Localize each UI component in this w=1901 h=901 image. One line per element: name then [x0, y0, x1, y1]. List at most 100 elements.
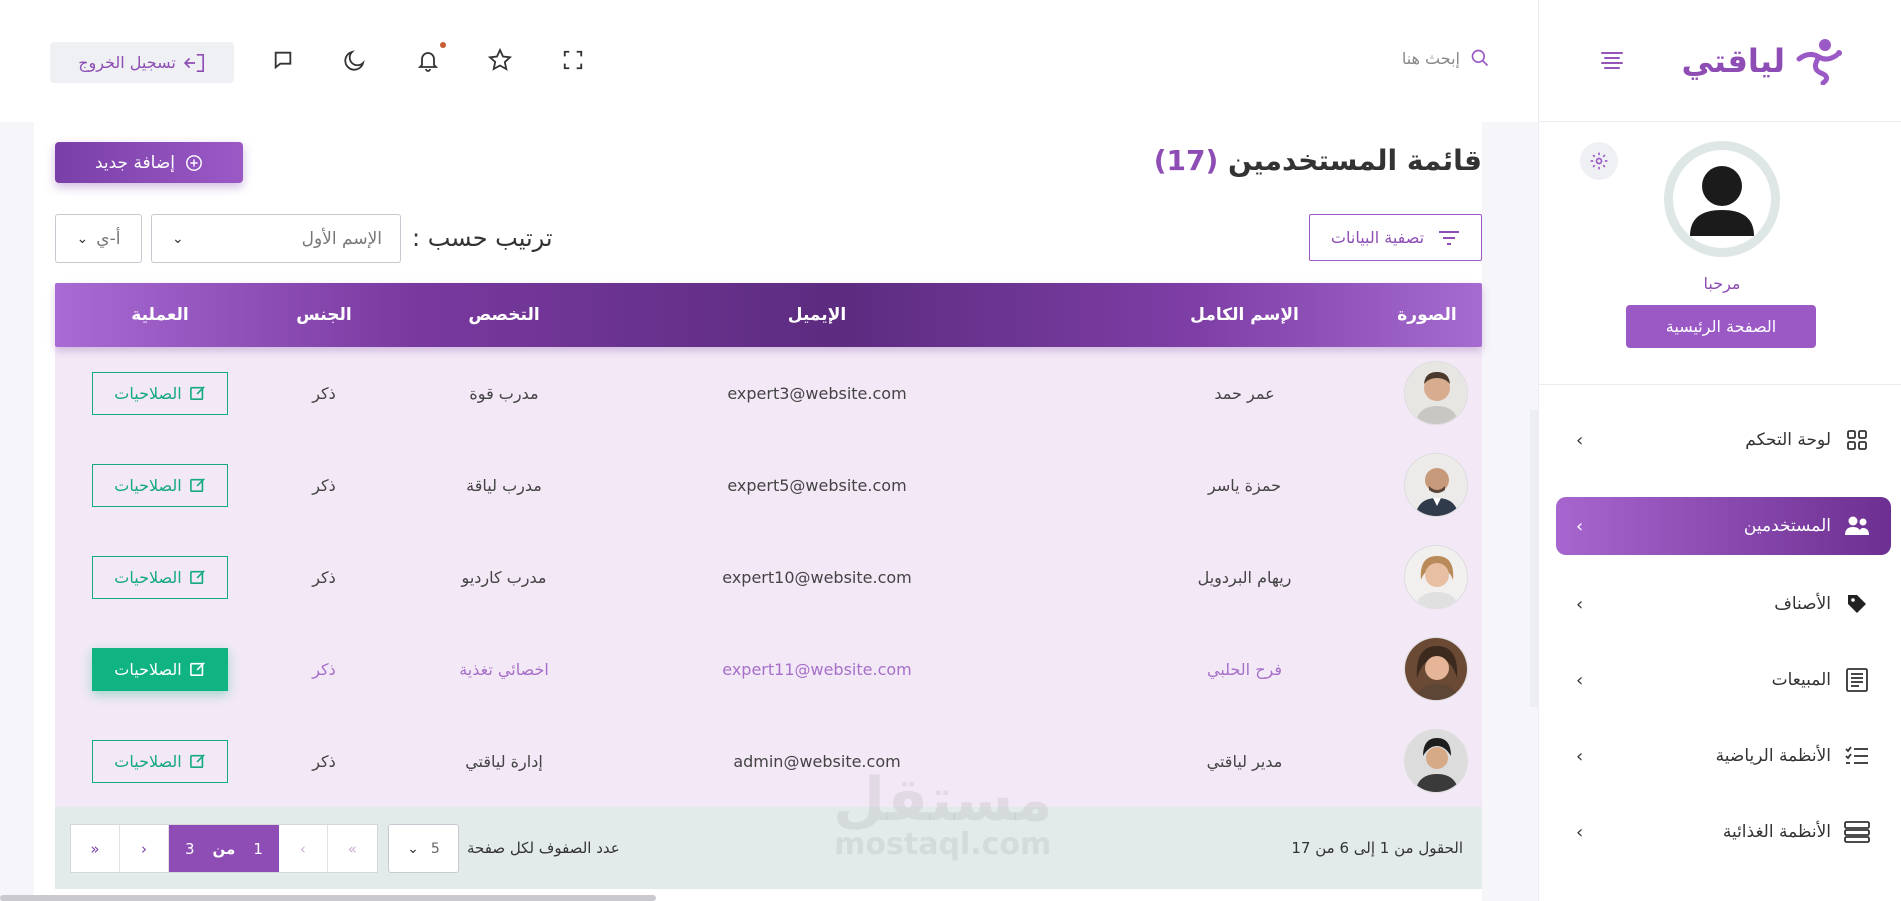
- notification-dot: [440, 42, 446, 48]
- user-full-name: فرح الحلبي: [1207, 659, 1282, 679]
- column-header-full-name[interactable]: الإسم الكامل: [1142, 283, 1347, 347]
- user-specialty: مدرب كارديو: [461, 567, 547, 587]
- home-button[interactable]: الصفحة الرئيسية: [1626, 305, 1816, 348]
- prev-page-button[interactable]: ‹: [279, 825, 328, 872]
- chevron-left-icon: ‹: [1576, 669, 1584, 691]
- filter-data-button[interactable]: تصفية البيانات: [1309, 214, 1482, 261]
- rows-per-page-select[interactable]: ⌄ 5: [388, 824, 459, 873]
- first-page-button[interactable]: «: [328, 825, 377, 872]
- sidebar-item-sales[interactable]: المبيعات ‹: [1556, 651, 1891, 709]
- user-email: expert5@website.com: [727, 475, 907, 495]
- page-of-label: من: [212, 839, 236, 858]
- user-email: expert3@website.com: [727, 383, 907, 403]
- column-header-photo[interactable]: الصورة: [1372, 283, 1482, 347]
- table-header: الصورة الإسم الكامل الإيميل التخصص الجنس…: [55, 283, 1482, 347]
- sort-by-label: ترتيب حسب :: [412, 224, 553, 252]
- edit-icon: [189, 570, 205, 585]
- sidebar: لياقتي مرحبا الصفحة الرئيسية لوحة التحكم…: [1538, 0, 1901, 901]
- receipt-icon: [1843, 666, 1871, 694]
- user-gender: ذكر: [312, 475, 336, 495]
- add-new-label: إضافة جديد: [94, 152, 176, 173]
- last-page-button[interactable]: »: [71, 825, 120, 872]
- gear-icon[interactable]: [1580, 142, 1618, 180]
- page-title: قائمة المستخدمين (17): [1154, 144, 1482, 177]
- sidebar-item-label: المبيعات: [1771, 670, 1831, 690]
- pagination: » › 1 من 3 ‹ «: [70, 824, 378, 873]
- watermark-sub: mostaql.com: [834, 827, 1052, 862]
- permissions-button[interactable]: الصلاحيات: [92, 647, 228, 691]
- search-input[interactable]: إبحث هنا: [1402, 48, 1490, 68]
- page-title-text: قائمة المستخدمين: [1228, 144, 1482, 177]
- next-page-button[interactable]: ›: [120, 825, 169, 872]
- sidebar-item-categories[interactable]: الأصناف ‹: [1556, 575, 1891, 633]
- star-icon[interactable]: [487, 47, 513, 73]
- column-header-gender[interactable]: الجنس: [264, 283, 384, 347]
- sidebar-item-diet-plans[interactable]: الأنظمة الغذائية ‹: [1556, 803, 1891, 861]
- fullscreen-icon[interactable]: [560, 47, 586, 73]
- user-specialty: مدرب قوة: [469, 383, 539, 403]
- chevron-left-icon: ‹: [1576, 821, 1584, 843]
- permissions-button[interactable]: الصلاحيات: [92, 739, 228, 783]
- chevron-left-icon: ‹: [1576, 515, 1584, 537]
- logout-button[interactable]: تسجيل الخروج: [50, 42, 234, 83]
- horizontal-scrollbar[interactable]: [0, 895, 656, 901]
- food-menu-icon: [1843, 818, 1871, 846]
- column-header-specialty[interactable]: التخصص: [404, 283, 604, 347]
- app-logo[interactable]: لياقتي: [1682, 37, 1843, 85]
- user-gender: ذكر: [312, 383, 336, 403]
- current-page: 1: [253, 839, 263, 858]
- sidebar-item-workout-plans[interactable]: الأنظمة الرياضية ‹: [1556, 727, 1891, 785]
- user-photo: [1404, 545, 1468, 609]
- chevron-down-icon: ⌄: [172, 230, 184, 247]
- table-row[interactable]: عمر حمد expert3@website.com مدرب قوة ذكر…: [55, 347, 1482, 439]
- moon-icon[interactable]: [342, 47, 368, 73]
- sidebar-item-dashboard[interactable]: لوحة التحكم ‹: [1556, 411, 1891, 469]
- fitness-person-icon: [1796, 38, 1842, 85]
- sort-direction-select[interactable]: ⌄ أ-ي: [55, 214, 142, 263]
- user-photo: [1404, 729, 1468, 793]
- edit-icon: [189, 478, 205, 493]
- watermark-text: مستقل: [833, 765, 1053, 835]
- table-row[interactable]: فرح الحلبي expert11@website.com اخصائي ت…: [55, 623, 1482, 715]
- user-photo: [1404, 453, 1468, 517]
- bell-icon[interactable]: [415, 47, 441, 73]
- user-photo: [1404, 361, 1468, 425]
- filter-icon: [1439, 230, 1460, 245]
- user-gender: ذكر: [312, 751, 336, 771]
- chevron-down-icon: ⌄: [76, 230, 89, 247]
- column-header-action[interactable]: العملية: [85, 283, 235, 347]
- permissions-label: الصلاحيات: [114, 567, 182, 587]
- user-full-name: حمزة ياسر: [1208, 475, 1281, 495]
- sidebar-item-label: المستخدمين: [1743, 516, 1831, 536]
- permissions-label: الصلاحيات: [114, 475, 182, 495]
- topbar: إبحث هنا تسجيل الخروج: [0, 0, 1538, 122]
- menu-toggle-icon[interactable]: [1599, 51, 1625, 70]
- user-full-name: مدير لياقتي: [1206, 751, 1283, 771]
- chat-icon[interactable]: [270, 47, 296, 73]
- add-new-button[interactable]: إضافة جديد: [55, 142, 243, 183]
- avatar[interactable]: [1664, 141, 1780, 257]
- logo-text: لياقتي: [1681, 41, 1785, 80]
- sidebar-item-label: الأصناف: [1774, 594, 1831, 614]
- permissions-button[interactable]: الصلاحيات: [92, 555, 228, 599]
- chevron-left-icon: ‹: [1576, 745, 1584, 767]
- sort-direction-value: أ-ي: [96, 228, 121, 249]
- permissions-button[interactable]: الصلاحيات: [92, 463, 228, 507]
- sidebar-item-users[interactable]: المستخدمين ‹: [1556, 497, 1891, 555]
- user-photo: [1404, 637, 1468, 701]
- table-row[interactable]: مدير لياقتي admin@website.com إدارة لياق…: [55, 715, 1482, 807]
- permissions-button[interactable]: الصلاحيات: [92, 371, 228, 415]
- profile-panel: مرحبا الصفحة الرئيسية: [1539, 122, 1901, 385]
- users-count: (17): [1153, 144, 1219, 177]
- user-email: expert10@website.com: [722, 567, 912, 587]
- edit-icon: [189, 386, 205, 401]
- table-row[interactable]: حمزة ياسر expert5@website.com مدرب لياقة…: [55, 439, 1482, 531]
- sidebar-item-label: لوحة التحكم: [1745, 430, 1831, 450]
- page-indicator: 1 من 3: [169, 825, 279, 872]
- table-row[interactable]: ريهام البردويل expert10@website.com مدرب…: [55, 531, 1482, 623]
- column-header-email[interactable]: الإيميل: [682, 283, 952, 347]
- edit-icon: [189, 754, 205, 769]
- table-footer: الحقول من 1 إلى 6 من 17 عدد الصفوف لكل ص…: [55, 807, 1482, 889]
- sort-field-select[interactable]: ⌄ الإسم الأول: [151, 214, 401, 263]
- chevron-left-icon: ‹: [1576, 429, 1584, 451]
